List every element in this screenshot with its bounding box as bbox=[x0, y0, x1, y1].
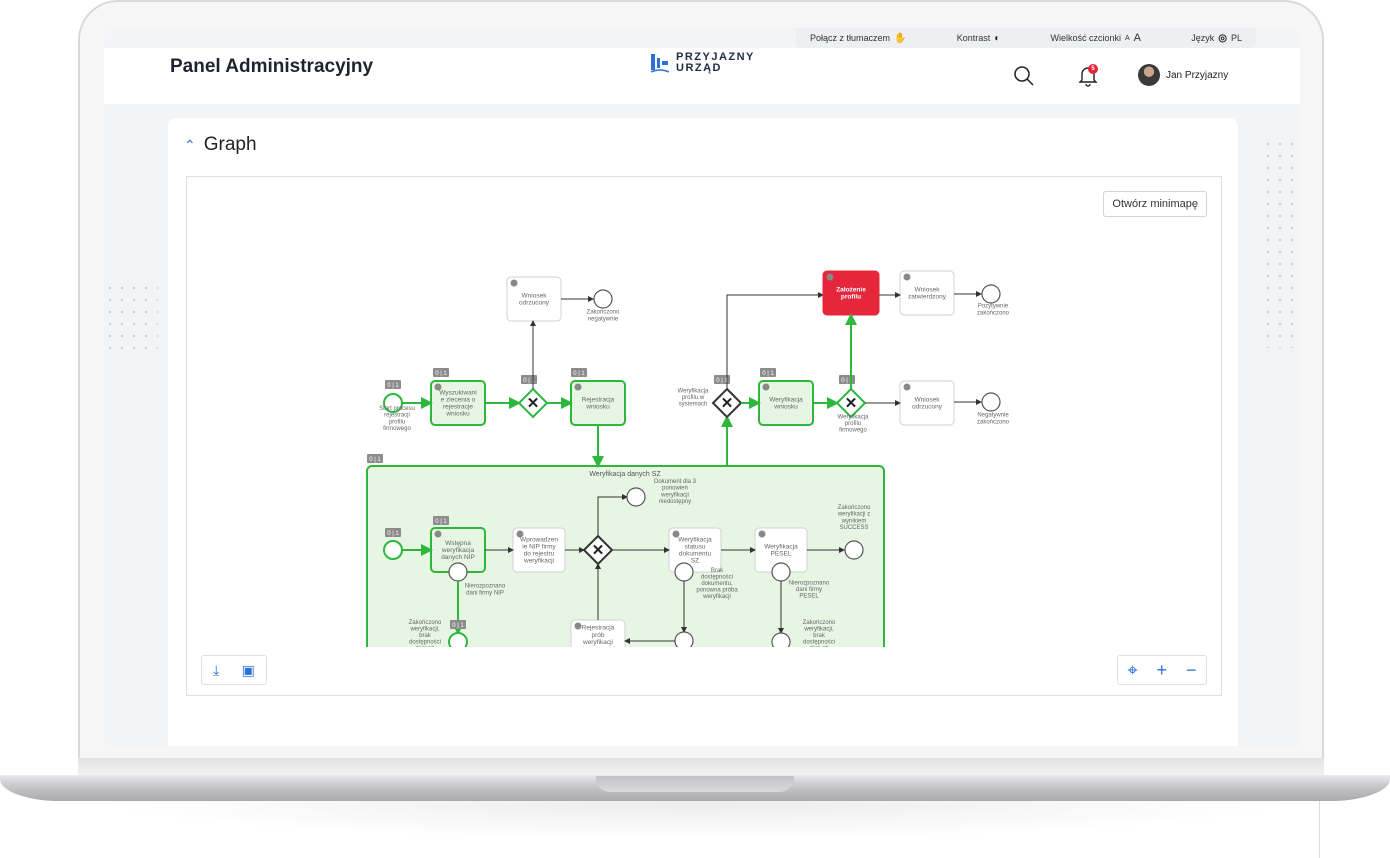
sub-task-nip-label: Wstępna weryfikacja danych NIP bbox=[441, 540, 475, 561]
gear-icon bbox=[903, 273, 911, 281]
count-badge-text: 0 | 1 bbox=[762, 371, 774, 377]
count-badge-text: 0 | 1 bbox=[387, 383, 399, 389]
sub-timer-pesel bbox=[771, 562, 791, 582]
download-icon[interactable]: ⤓ bbox=[213, 663, 219, 677]
font-size-small[interactable]: A bbox=[1125, 35, 1130, 42]
task-register-label: Rejestracja wniosku bbox=[582, 396, 615, 410]
count-badge-text: 0 | 1 bbox=[573, 371, 585, 377]
gateway-systems-x: ✕ bbox=[721, 395, 734, 412]
sub-end-missing2 bbox=[771, 632, 791, 647]
font-size-control[interactable]: Wielkość czcionki A A bbox=[1050, 32, 1141, 44]
notifications-button[interactable]: 5 bbox=[1076, 64, 1100, 88]
sub-end-missing bbox=[448, 632, 468, 647]
user-name: Jan Przyjazny bbox=[1166, 69, 1229, 81]
bpmn-diagram: Weryfikacja danych SZ 0 | 1 0 | 1 Start pro… bbox=[366, 270, 1010, 647]
zoom-in-icon[interactable]: + bbox=[1157, 660, 1168, 681]
font-size-large[interactable]: A bbox=[1134, 32, 1141, 44]
subprocess-title: Weryfikacja danych SZ bbox=[589, 471, 661, 478]
search-icon bbox=[1014, 66, 1034, 86]
sub-task-register-nip-label: Wprowadzen ie NIP firmy do rejestru weryfik… bbox=[520, 536, 558, 564]
count-badge-text: 0 | 1 bbox=[369, 457, 381, 463]
gear-icon bbox=[510, 279, 518, 287]
gear-icon bbox=[758, 530, 766, 538]
graph-card: ⌃ Graph Otwórz minimapę Weryfikacja dany… bbox=[168, 118, 1238, 746]
gateway-systems-label: Weryfikacja profilu w systemach bbox=[678, 388, 710, 407]
sub-gateway-x: ✕ bbox=[592, 542, 605, 559]
page-title: Panel Administracyjny bbox=[170, 56, 374, 77]
crosshair-icon[interactable]: ⌖ bbox=[1127, 660, 1137, 681]
gear-icon bbox=[903, 383, 911, 391]
gear-icon bbox=[574, 622, 582, 630]
logo-icon bbox=[650, 54, 670, 73]
sub-timer-nip bbox=[448, 562, 468, 582]
divider bbox=[1319, 800, 1320, 858]
sub-timer-status bbox=[674, 562, 694, 582]
language-selector[interactable]: Język ◎ PL bbox=[1191, 33, 1242, 44]
graph-canvas[interactable]: Otwórz minimapę Weryfikacja danych SZ 0 |… bbox=[186, 176, 1222, 696]
avatar bbox=[1138, 64, 1160, 86]
end-positive-label: Pozytywnie zakończono bbox=[977, 304, 1010, 317]
laptop-shadow bbox=[90, 800, 1300, 840]
end-negative bbox=[593, 289, 613, 309]
search-button[interactable] bbox=[1012, 64, 1036, 88]
export-toolbar: ⤓ ▣ bbox=[201, 655, 267, 685]
image-export-icon[interactable]: ▣ bbox=[242, 663, 255, 677]
logo-text: PRZYJAZNY URZĄD bbox=[676, 51, 755, 74]
task-rejected-label: Wniosek odrzucony bbox=[519, 292, 550, 306]
decorative-dots bbox=[104, 282, 158, 352]
laptop-mockup: Panel Administracyjny PRZYJAZNY URZĄD 5 … bbox=[0, 0, 1390, 858]
gateway-1-x: ✕ bbox=[527, 395, 540, 412]
notification-badge: 5 bbox=[1088, 64, 1098, 74]
count-badge-text: 0 | 1 bbox=[435, 519, 447, 525]
zoom-out-icon[interactable]: − bbox=[1186, 660, 1197, 681]
contrast-toggle[interactable]: Kontrast ◐ bbox=[957, 33, 1001, 44]
task-rejected2-label: Wniosek odrzucony bbox=[912, 396, 943, 410]
app-header: Panel Administracyjny PRZYJAZNY URZĄD 5 … bbox=[104, 48, 1300, 104]
globe-icon: ◎ bbox=[1218, 32, 1227, 44]
sub-wait-timer bbox=[674, 631, 694, 647]
accessibility-bar: Połącz z tłumaczem ✋ Kontrast ◐ Wielkość c… bbox=[796, 28, 1256, 48]
sub-end-success-label: Zakończono weryfikacji z wynikiem SUCCESS bbox=[837, 505, 871, 531]
translator-link[interactable]: Połącz z tłumaczem ✋ bbox=[810, 33, 906, 44]
logo[interactable]: PRZYJAZNY URZĄD bbox=[650, 52, 755, 74]
section-title: Graph bbox=[203, 134, 257, 155]
end-negative-label: Zakończono negatywnie bbox=[587, 310, 620, 323]
sub-doc-unavailable-event bbox=[626, 487, 646, 507]
end-positive bbox=[981, 284, 1001, 304]
zoom-toolbar: ⌖ + − bbox=[1117, 655, 1207, 685]
graph-section-toggle[interactable]: ⌃ Graph bbox=[184, 134, 257, 156]
laptop-notch bbox=[596, 776, 794, 792]
count-badge-text: 0 | 1 bbox=[435, 371, 447, 377]
start-label: Start procesu rejestracji profilu firmowego bbox=[379, 406, 415, 432]
user-menu[interactable]: Jan Przyjazny bbox=[1138, 64, 1228, 86]
gateway-profile-label: Weryfikacja profilu firmowego bbox=[838, 414, 870, 433]
end-negative2 bbox=[981, 392, 1001, 412]
sub-nip-not-found-label: Nierozpoznano dani firmy NIP bbox=[465, 584, 506, 597]
sub-end-success bbox=[844, 540, 864, 560]
gear-icon bbox=[762, 383, 770, 391]
contrast-icon: ◐ bbox=[994, 32, 1001, 44]
decorative-dots bbox=[1262, 138, 1300, 348]
sub-start bbox=[383, 540, 403, 560]
app-screen: Panel Administracyjny PRZYJAZNY URZĄD 5 … bbox=[104, 28, 1300, 746]
gear-icon bbox=[574, 383, 582, 391]
chevron-up-icon: ⌃ bbox=[184, 136, 196, 153]
count-badge-text: 0 | 1 bbox=[452, 623, 464, 629]
translator-icon: ✋ bbox=[894, 32, 907, 44]
count-badge-text: 0 | 1 bbox=[387, 531, 399, 537]
gateway-profile-x: ✕ bbox=[845, 395, 858, 412]
end-negative2-label: Negatywnie zakończono bbox=[977, 413, 1010, 426]
gear-icon bbox=[434, 530, 442, 538]
gear-icon bbox=[826, 273, 834, 281]
count-badge-text: 0 | 1 bbox=[523, 378, 535, 384]
